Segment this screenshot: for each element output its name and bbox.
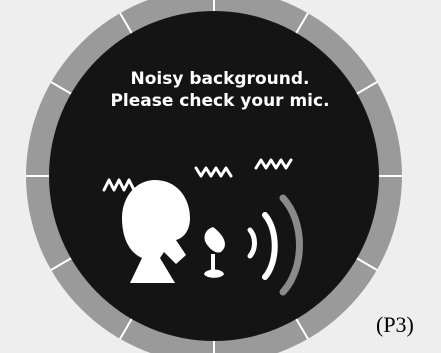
status-message: Noisy background. Please check your mic.	[60, 68, 380, 112]
dial-graphic	[26, 0, 402, 353]
status-disc	[49, 11, 379, 341]
page-label: (P3)	[376, 312, 414, 337]
mic-noise-warning-screen: Noisy background. Please check your mic.…	[0, 0, 441, 353]
status-message-line1: Noisy background.	[130, 69, 310, 89]
status-message-line2: Please check your mic.	[110, 91, 330, 111]
